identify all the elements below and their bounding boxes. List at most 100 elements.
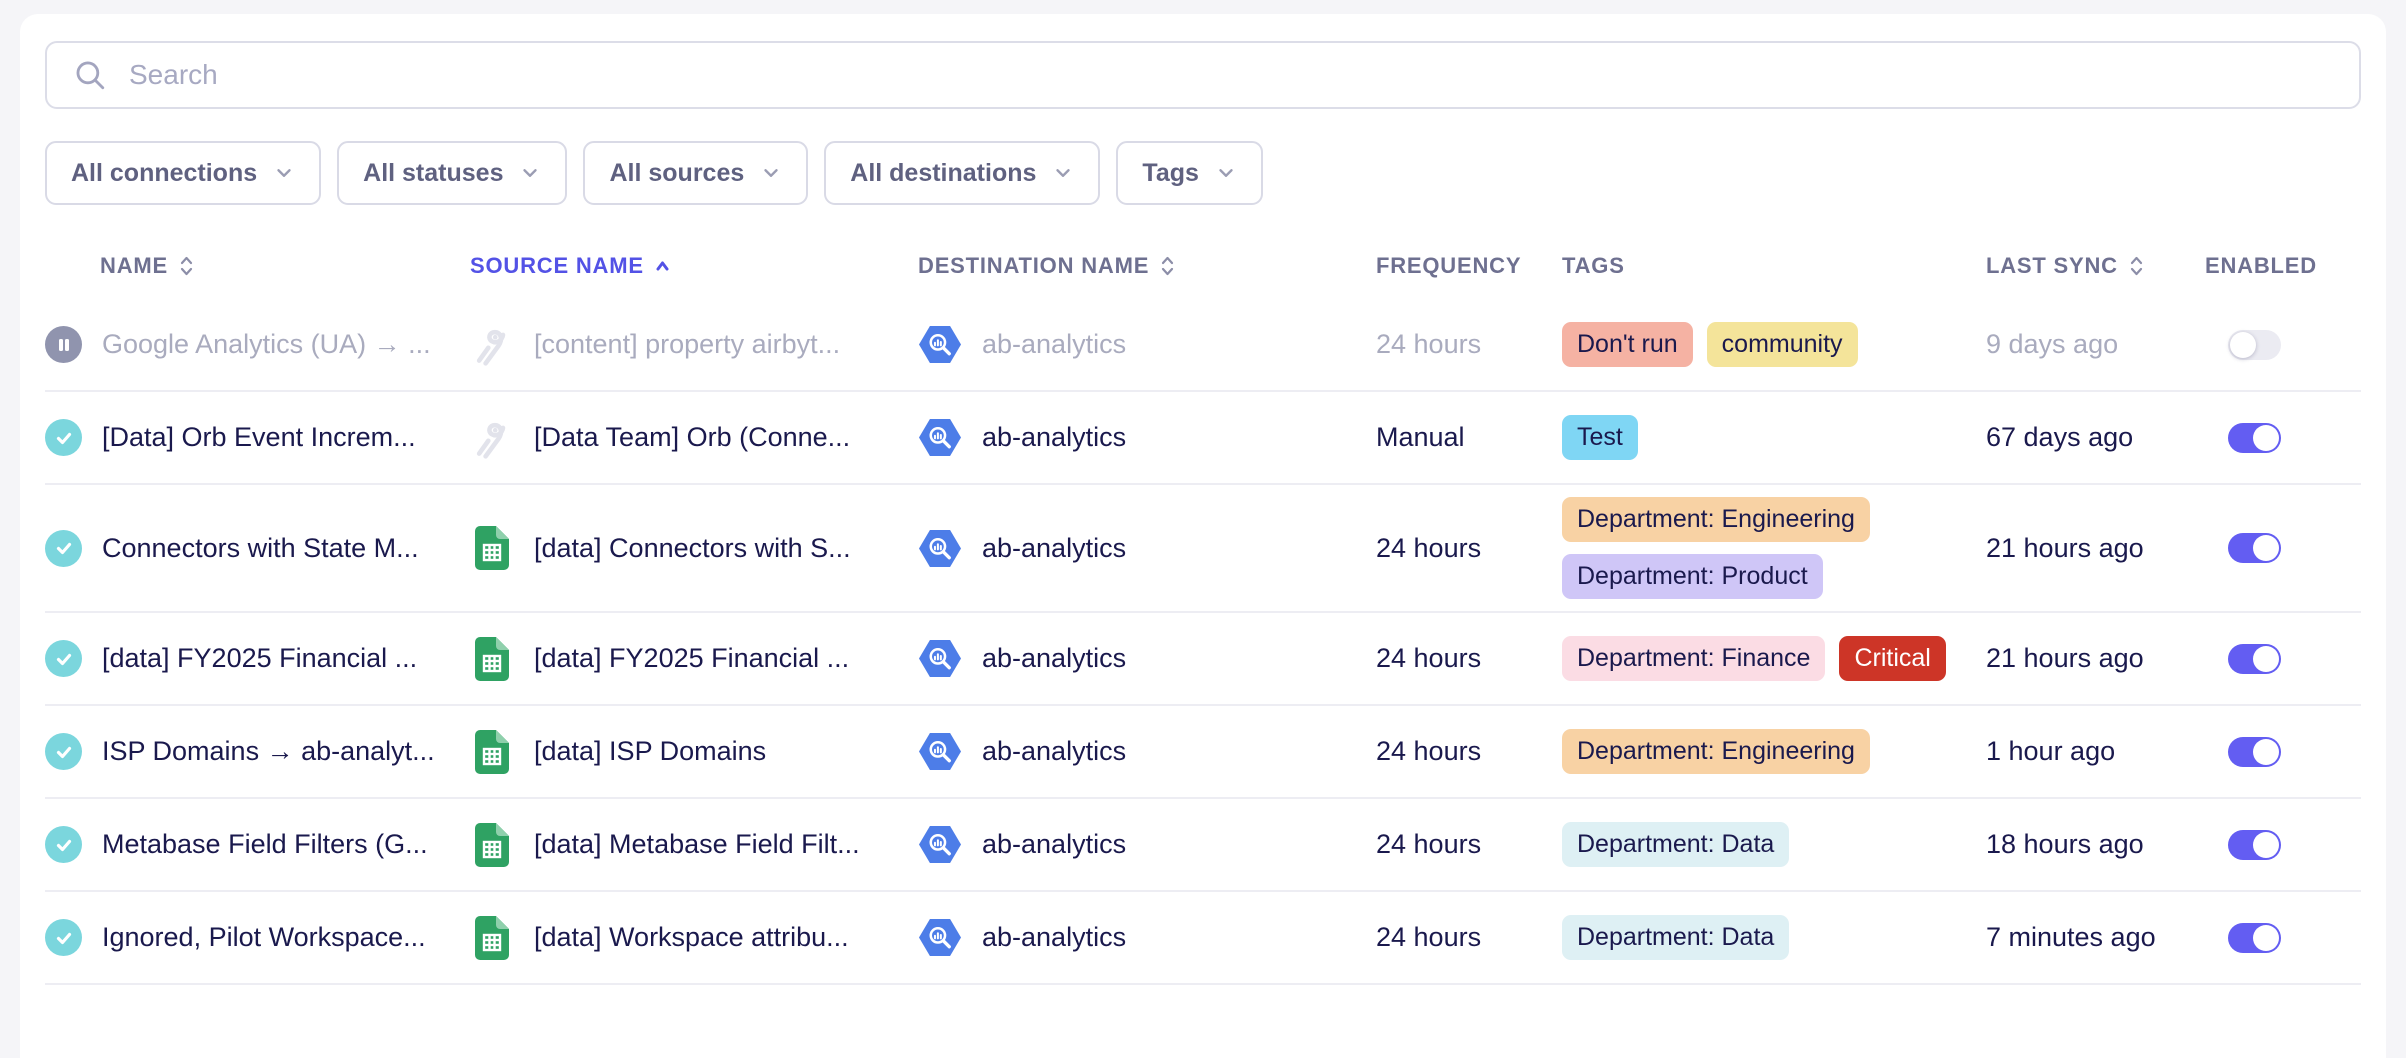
frequency-value: 24 hours xyxy=(1376,736,1481,767)
check-status-icon xyxy=(45,733,82,770)
table-row[interactable]: Metabase Field Filters (G... [data] Meta… xyxy=(45,799,2361,892)
filter-tags[interactable]: Tags xyxy=(1116,141,1263,205)
connection-name[interactable]: Ignored, Pilot Workspace... xyxy=(102,922,426,953)
google-sheets-icon xyxy=(470,730,514,774)
last-sync-value: 9 days ago xyxy=(1986,329,2118,360)
enabled-toggle[interactable] xyxy=(2228,923,2281,953)
table-body: Google Analytics (UA) → ... [content] pr… xyxy=(45,299,2361,985)
google-sheets-icon xyxy=(470,823,514,867)
frequency-value: 24 hours xyxy=(1376,533,1481,564)
table-row[interactable]: Ignored, Pilot Workspace... [data] Works… xyxy=(45,892,2361,985)
filter-destinations[interactable]: All destinations xyxy=(824,141,1100,205)
last-sync-value: 7 minutes ago xyxy=(1986,922,2156,953)
toggle-knob xyxy=(2253,425,2279,451)
filter-label: Tags xyxy=(1142,159,1199,188)
bigquery-icon xyxy=(918,416,962,460)
tags-cell: Department: Engineering xyxy=(1562,729,1986,774)
table-row[interactable]: [data] FY2025 Financial ... [data] FY202… xyxy=(45,613,2361,706)
chevron-down-icon xyxy=(519,162,541,184)
destination-name: ab-analytics xyxy=(982,329,1126,360)
bigquery-icon xyxy=(918,730,962,774)
frequency-value: 24 hours xyxy=(1376,329,1481,360)
enabled-toggle[interactable] xyxy=(2228,533,2281,563)
tags-cell: Department: Data xyxy=(1562,915,1986,960)
tag-pill: Test xyxy=(1562,415,1638,460)
pause-status-icon xyxy=(45,326,82,363)
frequency-value: Manual xyxy=(1376,422,1465,453)
bigquery-icon xyxy=(918,637,962,681)
frequency-value: 24 hours xyxy=(1376,922,1481,953)
source-name: [data] ISP Domains xyxy=(534,736,766,767)
last-sync-value: 18 hours ago xyxy=(1986,829,2144,860)
connection-name[interactable]: [data] FY2025 Financial ... xyxy=(102,643,417,674)
sort-icon xyxy=(2128,254,2145,278)
filter-label: All destinations xyxy=(850,159,1036,188)
connection-name[interactable]: Google Analytics (UA) → ... xyxy=(102,329,431,360)
enabled-toggle[interactable] xyxy=(2228,737,2281,767)
connection-name[interactable]: ISP Domains → ab-analyt... xyxy=(102,736,435,767)
column-label: DESTINATION NAME xyxy=(918,253,1149,279)
last-sync-value: 1 hour ago xyxy=(1986,736,2115,767)
enabled-toggle[interactable] xyxy=(2228,644,2281,674)
sort-asc-icon xyxy=(654,254,671,278)
filter-label: All sources xyxy=(609,159,744,188)
tag-pill: Department: Finance xyxy=(1562,636,1825,681)
tag-pill: Department: Data xyxy=(1562,822,1789,867)
last-sync-value: 67 days ago xyxy=(1986,422,2133,453)
enabled-toggle[interactable] xyxy=(2228,423,2281,453)
destination-name: ab-analytics xyxy=(982,736,1126,767)
table-row[interactable]: [Data] Orb Event Increm... [Data Team] O… xyxy=(45,392,2361,485)
chevron-down-icon xyxy=(760,162,782,184)
tag-pill: community xyxy=(1707,322,1858,367)
bigquery-icon xyxy=(918,823,962,867)
table-row[interactable]: Connectors with State M... [data] Connec… xyxy=(45,485,2361,613)
table-row[interactable]: Google Analytics (UA) → ... [content] pr… xyxy=(45,299,2361,392)
tag-pill: Department: Product xyxy=(1562,554,1823,599)
connection-name[interactable]: Metabase Field Filters (G... xyxy=(102,829,428,860)
column-header-enabled: ENABLED xyxy=(2205,253,2361,279)
google-sheets-icon xyxy=(470,916,514,960)
frequency-value: 24 hours xyxy=(1376,643,1481,674)
source-name: [content] property airbyt... xyxy=(534,329,840,360)
last-sync-value: 21 hours ago xyxy=(1986,533,2144,564)
destination-name: ab-analytics xyxy=(982,829,1126,860)
column-header-last_sync[interactable]: LAST SYNC xyxy=(1986,253,2205,279)
column-label: LAST SYNC xyxy=(1986,253,2118,279)
filter-statuses[interactable]: All statuses xyxy=(337,141,567,205)
bigquery-icon xyxy=(918,526,962,570)
check-status-icon xyxy=(45,419,82,456)
enabled-toggle[interactable] xyxy=(2228,330,2281,360)
toggle-knob xyxy=(2253,739,2279,765)
enabled-toggle[interactable] xyxy=(2228,830,2281,860)
chevron-down-icon xyxy=(273,162,295,184)
search-icon xyxy=(73,58,107,92)
destination-name: ab-analytics xyxy=(982,533,1126,564)
check-status-icon xyxy=(45,640,82,677)
tag-pill: Critical xyxy=(1839,636,1945,681)
filter-label: All connections xyxy=(71,159,257,188)
check-status-icon xyxy=(45,919,82,956)
sort-icon xyxy=(1159,254,1176,278)
bigquery-icon xyxy=(918,323,962,367)
column-label: TAGS xyxy=(1562,253,1625,279)
destination-name: ab-analytics xyxy=(982,422,1126,453)
last-sync-value: 21 hours ago xyxy=(1986,643,2144,674)
chevron-down-icon xyxy=(1215,162,1237,184)
filter-label: All statuses xyxy=(363,159,503,188)
tag-pill: Don't run xyxy=(1562,322,1693,367)
connection-name[interactable]: Connectors with State M... xyxy=(102,533,419,564)
chevron-down-icon xyxy=(1052,162,1074,184)
column-header-destination[interactable]: DESTINATION NAME xyxy=(918,253,1376,279)
search-input[interactable] xyxy=(129,59,2333,91)
search-box xyxy=(45,41,2361,109)
column-label: NAME xyxy=(100,253,168,279)
column-header-source[interactable]: SOURCE NAME xyxy=(470,253,918,279)
column-header-name[interactable]: NAME xyxy=(45,253,470,279)
table-row[interactable]: ISP Domains → ab-analyt... [data] ISP Do… xyxy=(45,706,2361,799)
filter-sources[interactable]: All sources xyxy=(583,141,808,205)
check-status-icon xyxy=(45,530,82,567)
tags-cell: Department: EngineeringDepartment: Produ… xyxy=(1562,497,1986,599)
filter-connections[interactable]: All connections xyxy=(45,141,321,205)
connection-name[interactable]: [Data] Orb Event Increm... xyxy=(102,422,416,453)
check-status-icon xyxy=(45,826,82,863)
